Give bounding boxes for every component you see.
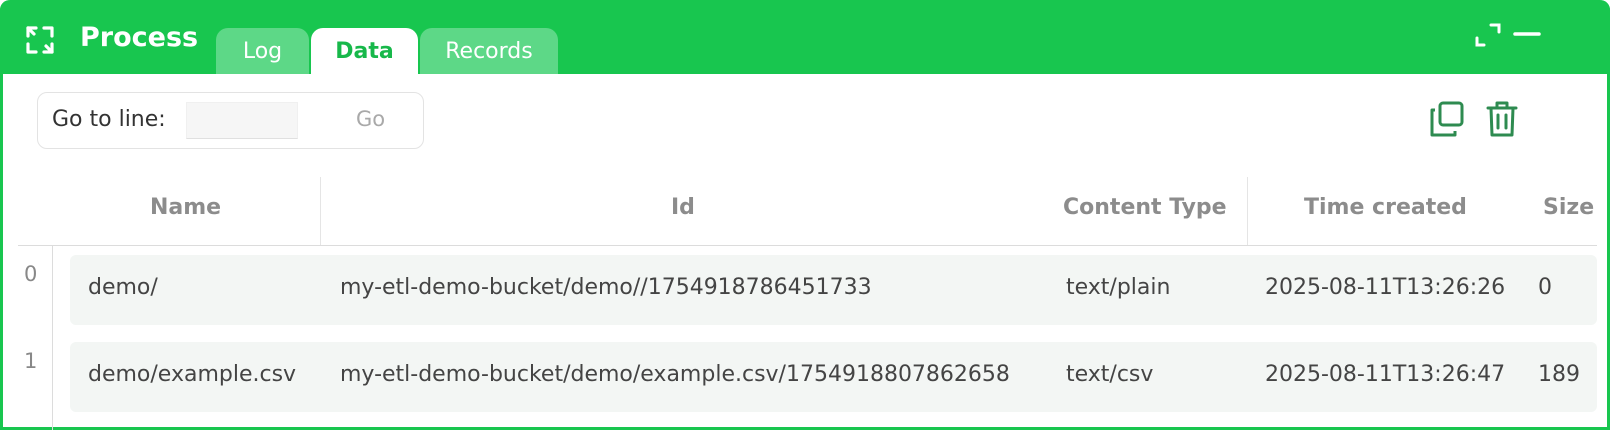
column-header-time-created[interactable]: Time created — [1304, 195, 1467, 220]
copy-icon[interactable] — [1428, 100, 1466, 138]
cell-name: demo/example.csv — [88, 362, 297, 387]
column-header-id[interactable]: Id — [671, 195, 695, 220]
index-gutter-divider — [52, 245, 53, 430]
goto-line-label: Go to line: — [52, 107, 166, 132]
row-index: 1 — [24, 349, 38, 373]
row-index: 0 — [24, 262, 38, 286]
panel-header: Process Log Data Records — [0, 0, 1610, 74]
header-divider — [18, 245, 1597, 246]
expand-icon[interactable] — [1474, 22, 1502, 48]
cell-time-created: 2025-08-11T13:26:26 — [1265, 275, 1506, 300]
cell-size: 189 — [1538, 362, 1580, 387]
column-header-name[interactable]: Name — [150, 195, 221, 220]
goto-line-toolbar: Go to line: Go — [37, 92, 424, 149]
tab-log[interactable]: Log — [216, 28, 309, 74]
delete-icon[interactable] — [1485, 100, 1519, 138]
column-header-size[interactable]: Size — [1543, 195, 1594, 220]
cell-content-type: text/csv — [1066, 362, 1154, 387]
process-refresh-icon — [26, 26, 54, 54]
column-divider — [1247, 177, 1248, 245]
minimize-icon[interactable] — [1513, 30, 1541, 38]
cell-name: demo/ — [88, 275, 158, 300]
cell-content-type: text/plain — [1066, 275, 1171, 300]
goto-line-input[interactable] — [186, 102, 298, 139]
table-row[interactable]: demo/example.csv my-etl-demo-bucket/demo… — [70, 342, 1597, 412]
tab-records[interactable]: Records — [420, 28, 558, 74]
table-row[interactable]: demo/ my-etl-demo-bucket/demo//175491878… — [70, 255, 1597, 325]
cell-time-created: 2025-08-11T13:26:47 — [1265, 362, 1506, 387]
go-button[interactable]: Go — [356, 107, 385, 131]
cell-id: my-etl-demo-bucket/demo//175491878645173… — [340, 275, 872, 300]
panel-title: Process — [80, 22, 199, 53]
column-divider — [320, 177, 321, 245]
cell-size: 0 — [1538, 275, 1552, 300]
cell-id: my-etl-demo-bucket/demo/example.csv/1754… — [340, 362, 1010, 387]
column-header-content-type[interactable]: Content Type — [1063, 195, 1227, 220]
tab-data[interactable]: Data — [311, 28, 418, 74]
